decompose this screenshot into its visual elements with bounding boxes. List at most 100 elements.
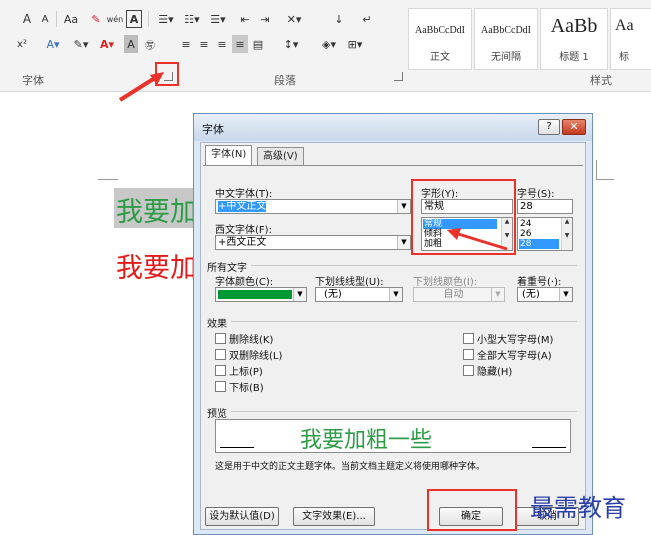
- shrink-font-button[interactable]: A: [36, 10, 54, 28]
- style-heading-1[interactable]: AaBb 标题 1: [540, 8, 608, 70]
- checkbox-box[interactable]: [215, 333, 226, 344]
- font-color-picker[interactable]: ▼: [215, 287, 307, 302]
- align-center-icon[interactable]: ≡: [196, 35, 212, 53]
- size-input[interactable]: 28: [517, 199, 573, 214]
- font-group-label: 字体: [22, 74, 44, 87]
- highlight-color-icon[interactable]: ✎▾: [70, 35, 92, 53]
- multilevel-list-icon[interactable]: ☰▾: [206, 10, 230, 28]
- paragraph-group-label: 段落: [274, 74, 296, 87]
- checkbox-box[interactable]: [215, 381, 226, 392]
- chevron-down-icon[interactable]: ▼: [559, 288, 572, 301]
- increase-indent-icon[interactable]: ⇥: [256, 10, 274, 28]
- set-default-button[interactable]: 设为默认值(D): [205, 507, 279, 526]
- clear-format-icon[interactable]: ✎: [88, 10, 104, 28]
- grow-font-button[interactable]: A: [18, 10, 36, 28]
- ok-highlight: [427, 489, 517, 531]
- chinese-font-select[interactable]: +中文正文 ▼: [215, 199, 411, 214]
- underline-type-select[interactable]: (无) ▼: [315, 287, 403, 302]
- tab-panel-border: [203, 165, 583, 166]
- style-name: 标: [619, 52, 629, 63]
- checkbox-label: 隐藏(H): [477, 367, 513, 378]
- size-list[interactable]: 24 26 28 ▲ ▼: [517, 217, 573, 251]
- style-heading-2[interactable]: Aa 标: [610, 8, 651, 70]
- emphasis-select[interactable]: (无) ▼: [517, 287, 573, 302]
- ribbon: A A Aa ✎ wén A ☰▾ ☷▾ ☰▾ ⇤ ⇥ ✕▾ ↓ ↵ x² A▾…: [0, 0, 651, 92]
- font-color-label: 字体颜色(C):: [215, 277, 274, 288]
- separator: [56, 11, 57, 27]
- chevron-down-icon[interactable]: ▼: [293, 288, 306, 301]
- doc-line-green[interactable]: 我要加: [114, 188, 197, 228]
- chevron-down-icon[interactable]: ▼: [397, 200, 410, 213]
- chevron-down-icon[interactable]: ▼: [397, 236, 410, 249]
- section-divider: [251, 265, 577, 266]
- checkbox-box[interactable]: [463, 349, 474, 360]
- bullets-icon[interactable]: ☰▾: [154, 10, 178, 28]
- hidden-checkbox[interactable]: 隐藏(H): [463, 363, 512, 378]
- style-normal[interactable]: AaBbCcDdI 正文: [408, 8, 472, 70]
- text-effects-button[interactable]: 文字效果(E)...: [293, 507, 375, 526]
- underline-type-label: 下划线线型(U):: [315, 277, 384, 288]
- align-left-icon[interactable]: ≡: [178, 35, 194, 53]
- preview-note: 这是用于中文的正文主题字体。当前文档主题定义将使用哪种字体。: [215, 462, 486, 472]
- shading-icon[interactable]: ◈▾: [318, 35, 340, 53]
- char-shading-button[interactable]: A: [124, 35, 138, 53]
- small-caps-checkbox[interactable]: 小型大写字母(M): [463, 331, 553, 346]
- show-marks-icon[interactable]: ↵: [360, 10, 374, 28]
- chevron-down-icon[interactable]: ▼: [491, 288, 504, 301]
- doc-margin-line: [596, 179, 614, 180]
- tab-advanced[interactable]: 高级(V): [257, 147, 304, 165]
- western-font-select[interactable]: +西文正文 ▼: [215, 235, 411, 250]
- superscript-button[interactable]: x²: [14, 35, 30, 53]
- borders-icon[interactable]: ⊞▾: [344, 35, 366, 53]
- doc-line-red[interactable]: 我要加: [116, 246, 197, 285]
- distributed-icon[interactable]: ▤: [250, 35, 266, 53]
- help-button[interactable]: ?: [538, 119, 560, 135]
- paragraph-dialog-launcher[interactable]: [394, 72, 403, 81]
- checkbox-label: 删除线(K): [229, 335, 274, 346]
- checkbox-box[interactable]: [215, 349, 226, 360]
- preview-section-title: 预览: [207, 409, 227, 420]
- superscript-checkbox[interactable]: 上标(P): [215, 363, 263, 378]
- double-strikethrough-checkbox[interactable]: 双删除线(L): [215, 347, 282, 362]
- underline-color-select[interactable]: 自动 ▼: [413, 287, 505, 302]
- decrease-indent-icon[interactable]: ⇤: [236, 10, 254, 28]
- dialog-titlebar[interactable]: 字体 ? ✕: [194, 114, 592, 141]
- sort-icon[interactable]: ↓: [330, 10, 348, 28]
- style-no-spacing[interactable]: AaBbCcDdI 无间隔: [474, 8, 538, 70]
- chevron-down-icon[interactable]: ▼: [389, 288, 402, 301]
- size-option-selected[interactable]: 28: [519, 239, 559, 249]
- strikethrough-checkbox[interactable]: 删除线(K): [215, 331, 273, 346]
- all-text-section-title: 所有文字: [207, 263, 247, 274]
- justify-icon[interactable]: ≡: [232, 35, 248, 53]
- all-caps-checkbox[interactable]: 全部大写字母(A): [463, 347, 552, 362]
- char-border-button[interactable]: A: [126, 10, 142, 28]
- numbering-icon[interactable]: ☷▾: [180, 10, 204, 28]
- checkbox-box[interactable]: [215, 365, 226, 376]
- checkbox-label: 双删除线(L): [229, 351, 283, 362]
- checkbox-box[interactable]: [463, 365, 474, 376]
- checkbox-label: 下标(B): [229, 383, 264, 394]
- phonetic-guide-button[interactable]: wén: [106, 10, 124, 28]
- chinese-layout-icon[interactable]: ✕▾: [282, 10, 306, 28]
- enclose-char-button[interactable]: ㊢: [142, 35, 158, 53]
- size-option[interactable]: 26: [519, 229, 559, 239]
- size-list-scrollbar[interactable]: ▲ ▼: [561, 218, 572, 250]
- checkbox-label: 小型大写字母(M): [477, 335, 554, 346]
- style-name: 正文: [430, 52, 450, 63]
- tab-font[interactable]: 字体(N): [205, 145, 253, 165]
- text-effects-icon[interactable]: A▾: [42, 35, 64, 53]
- chinese-font-value: +中文正文: [218, 201, 267, 212]
- effects-section-title: 效果: [207, 319, 227, 330]
- style-sample: AaBbCcDdI: [415, 25, 465, 36]
- checkbox-box[interactable]: [463, 333, 474, 344]
- close-button[interactable]: ✕: [562, 119, 586, 135]
- align-right-icon[interactable]: ≡: [214, 35, 230, 53]
- line-spacing-icon[interactable]: ↕▾: [280, 35, 302, 53]
- western-font-label: 西文字体(F):: [215, 225, 272, 236]
- font-color-icon[interactable]: A▾: [96, 35, 118, 53]
- subscript-checkbox[interactable]: 下标(B): [215, 379, 264, 394]
- size-option[interactable]: 24: [519, 219, 559, 229]
- emphasis-label: 着重号(·):: [517, 277, 562, 288]
- checkbox-label: 上标(P): [229, 367, 263, 378]
- change-case-button[interactable]: Aa: [60, 10, 82, 28]
